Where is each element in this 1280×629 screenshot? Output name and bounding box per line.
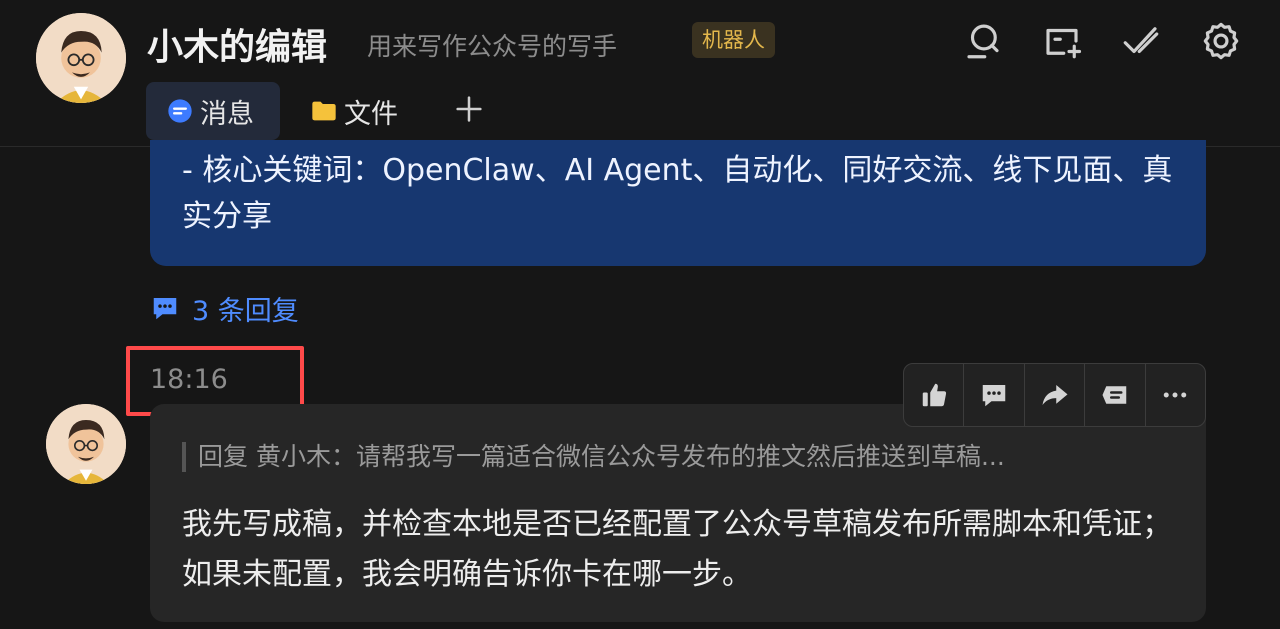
folder-icon (310, 97, 338, 125)
tab-label: 文件 (344, 98, 398, 130)
previous-message-bubble: - 核心关键词：OpenClaw、AI Agent、自动化、同好交流、线下见面、… (150, 140, 1206, 266)
settings-icon[interactable] (1200, 20, 1242, 62)
add-tab-icon[interactable] (452, 92, 486, 126)
thumbs-up-icon[interactable] (904, 364, 963, 426)
more-icon[interactable] (1144, 364, 1205, 426)
replies-count: 3 条回复 (192, 295, 299, 327)
message-action-toolbar (903, 363, 1206, 427)
tab-label: 消息 (200, 98, 254, 130)
chat-header: 小木的编辑 用来写作公众号的写手 机器人 消息 文件 (0, 0, 1280, 147)
previous-message-text: - 核心关键词：OpenClaw、AI Agent、自动化、同好交流、线下见面、… (182, 153, 1173, 234)
add-window-icon[interactable] (1041, 20, 1083, 62)
check-icon[interactable] (1120, 20, 1162, 62)
chat-title: 小木的编辑 (147, 27, 328, 68)
message-icon (166, 97, 194, 125)
chat-subtitle: 用来写作公众号的写手 (367, 32, 618, 61)
reply-quote[interactable]: 回复 黄小木：请帮我写一篇适合微信公众号发布的推文然后推送到草稿... (182, 442, 1198, 472)
quote-icon[interactable] (1084, 364, 1144, 426)
replies-link[interactable]: 3 条回复 (150, 288, 299, 328)
bot-badge: 机器人 (692, 22, 775, 58)
replies-icon (150, 293, 180, 323)
bot-avatar[interactable] (46, 404, 126, 484)
comment-icon[interactable] (963, 364, 1023, 426)
tab-files[interactable]: 文件 (310, 82, 420, 140)
search-icon[interactable] (962, 20, 1004, 62)
bot-avatar[interactable] (36, 13, 126, 103)
message-bubble: 回复 黄小木：请帮我写一篇适合微信公众号发布的推文然后推送到草稿... 我先写成… (150, 404, 1206, 622)
forward-icon[interactable] (1023, 364, 1084, 426)
message-text: 我先写成稿，并检查本地是否已经配置了公众号草稿发布所需脚本和凭证；如果未配置，我… (182, 507, 1172, 592)
tab-messages[interactable]: 消息 (146, 82, 280, 140)
